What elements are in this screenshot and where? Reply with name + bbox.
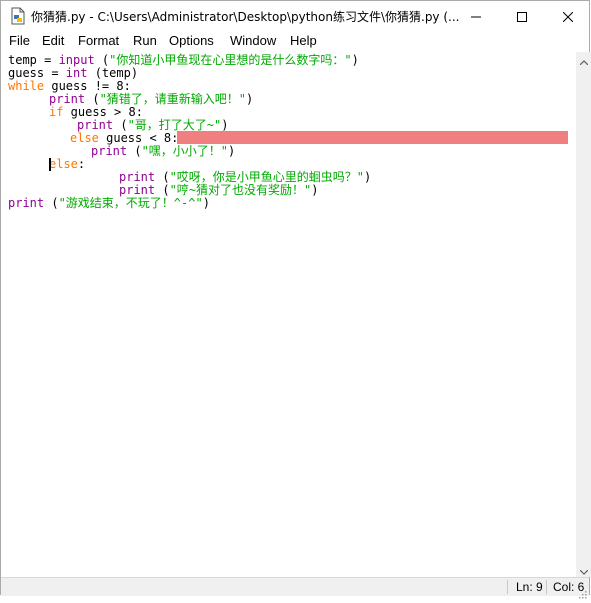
menu-file[interactable]: File — [9, 33, 30, 48]
close-button[interactable] — [545, 1, 591, 31]
python-file-icon — [9, 7, 27, 25]
menu-window[interactable]: Window — [230, 33, 276, 48]
idle-editor-window: 你猜猜.py - C:\Users\Administrator\Desktop\… — [0, 0, 591, 599]
resize-grip-icon[interactable] — [577, 584, 587, 599]
line-number-indicator: Ln: 9 — [516, 580, 543, 594]
code-line-8: print ("嘿，小小了！") — [91, 144, 236, 158]
window-title: 你猜猜.py - C:\Users\Administrator\Desktop\… — [31, 10, 460, 24]
status-divider — [546, 580, 547, 594]
maximize-button[interactable] — [499, 1, 545, 31]
code-line-12: print ("游戏结束，不玩了！^-^") — [8, 196, 210, 210]
menu-edit[interactable]: Edit — [42, 33, 64, 48]
menu-run[interactable]: Run — [133, 33, 157, 48]
scroll-down-button[interactable] — [576, 562, 591, 577]
title-bar[interactable]: 你猜猜.py - C:\Users\Administrator\Desktop\… — [1, 1, 589, 31]
redaction-highlight — [177, 131, 568, 144]
status-divider — [507, 580, 508, 594]
scroll-up-button[interactable] — [576, 52, 591, 67]
vertical-scrollbar[interactable] — [576, 52, 591, 577]
minimize-button[interactable] — [453, 1, 499, 31]
menu-help[interactable]: Help — [290, 33, 317, 48]
menu-bar: File Edit Format Run Options Window Help — [1, 31, 589, 51]
maximize-icon — [517, 7, 527, 26]
code-line-9: else: — [49, 157, 86, 171]
chevron-up-icon — [579, 50, 588, 69]
minimize-icon — [471, 7, 481, 26]
close-icon — [562, 7, 574, 26]
status-bar: Ln: 9 Col: 6 — [1, 577, 589, 599]
menu-format[interactable]: Format — [78, 33, 119, 48]
text-cursor — [49, 158, 51, 171]
menu-options[interactable]: Options — [169, 33, 214, 48]
